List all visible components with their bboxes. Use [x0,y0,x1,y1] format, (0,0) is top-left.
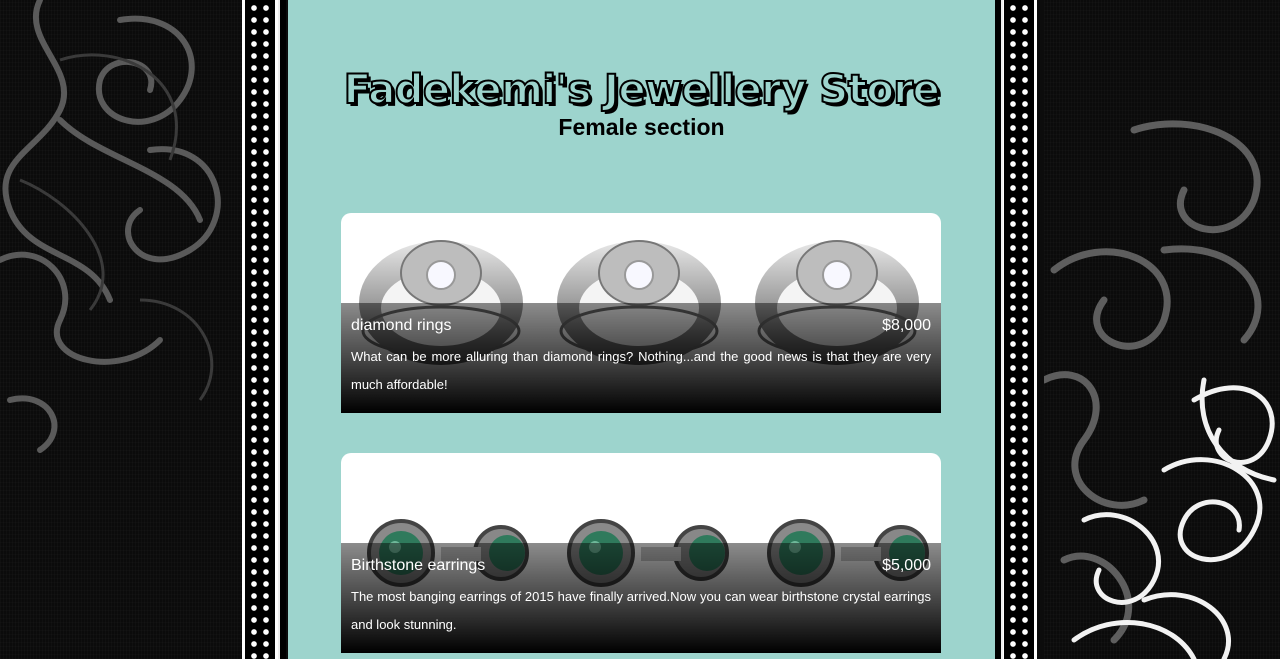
main-content: Fadekemi's Jewellery Store Female sectio… [288,0,995,659]
product-name: diamond rings [351,317,452,334]
store-title: Fadekemi's Jewellery Store [343,66,941,114]
polka-dot-border-left [242,0,278,659]
product-price: $8,000 [882,317,931,334]
page: Fadekemi's Jewellery Store Female sectio… [0,0,1280,659]
product-description: What can be more alluring than diamond r… [351,349,931,392]
product-caption: Birthstone earrings $5,000 The most bang… [341,543,941,653]
product-caption: diamond rings $8,000 What can be more al… [341,303,941,413]
product-card-birthstone-earrings[interactable]: Birthstone earrings $5,000 The most bang… [341,453,941,653]
inner-border-left [278,0,286,659]
left-decorative-panel [0,0,244,659]
swirl-decoration-right [1044,120,1277,659]
swirl-decoration-left [0,0,221,453]
product-name: Birthstone earrings [351,557,486,574]
inner-border-right [995,0,1003,659]
product-description: The most banging earrings of 2015 have f… [351,589,931,632]
section-title: Female section [558,114,725,140]
right-decorative-panel [1044,0,1280,659]
polka-dot-border-right [1001,0,1037,659]
product-price: $5,000 [882,557,931,574]
product-card-diamond-rings[interactable]: diamond rings $8,000 What can be more al… [341,213,941,413]
